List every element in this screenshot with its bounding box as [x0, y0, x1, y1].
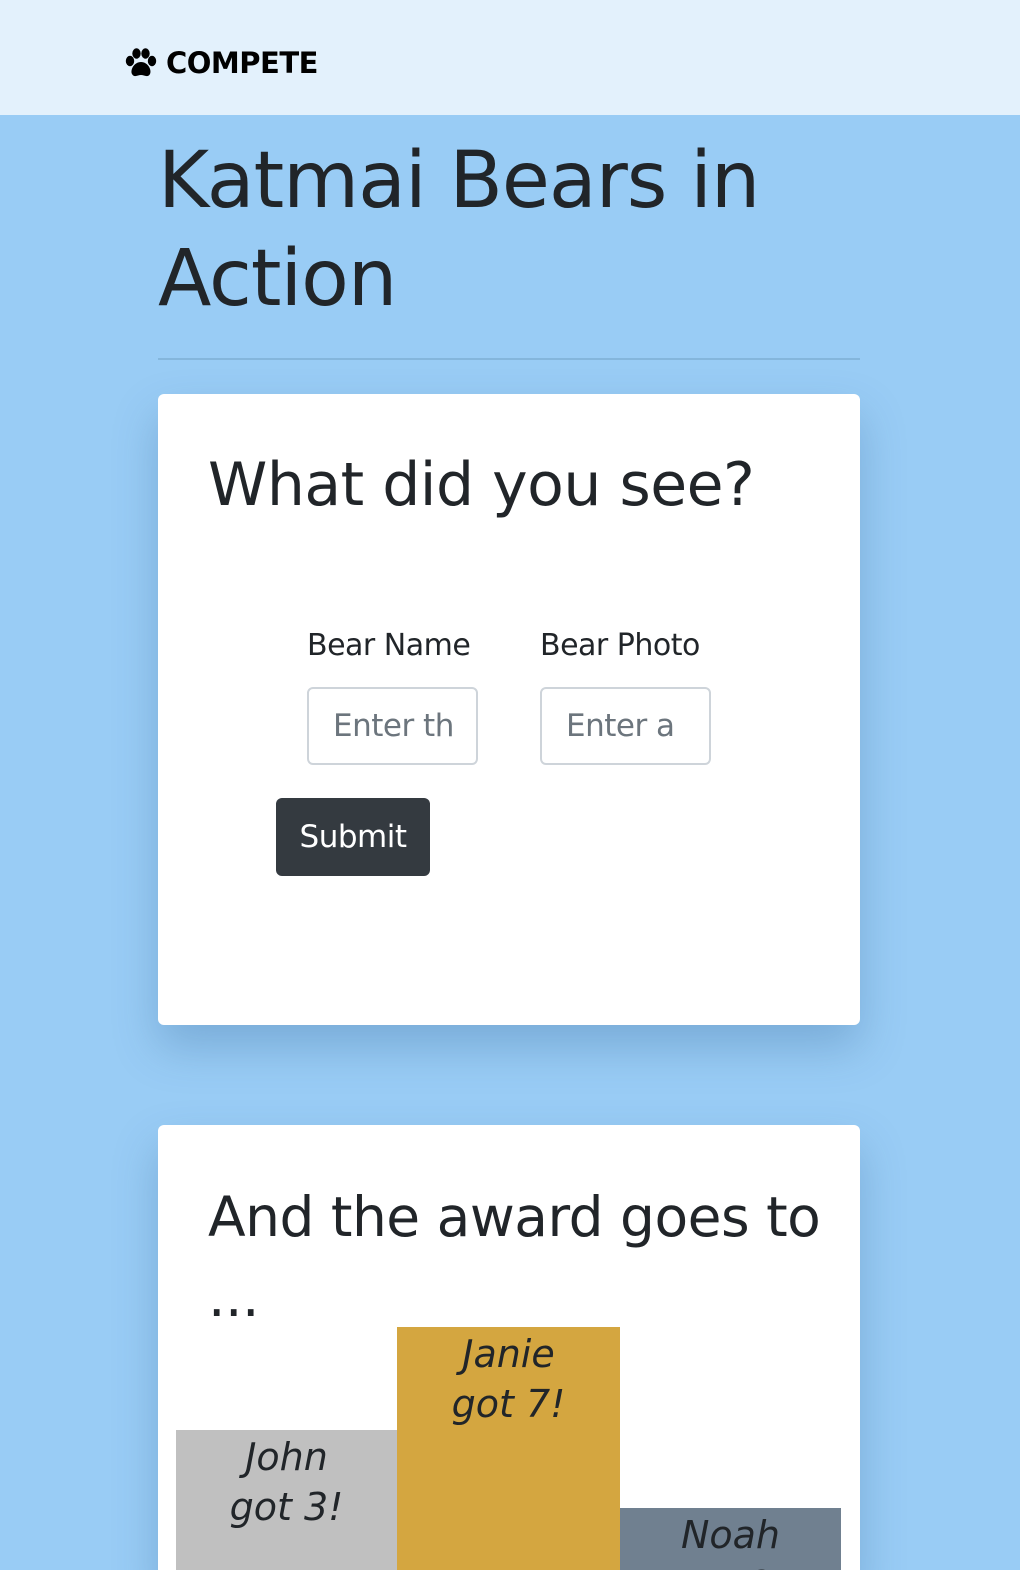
title-divider: [158, 358, 860, 360]
award-card: And the award goes to ... John got 3! Jan…: [158, 1125, 860, 1570]
form-card-title: What did you see?: [208, 450, 755, 520]
podium-bar-janie: Janie got 7!: [397, 1327, 620, 1570]
submit-button[interactable]: Submit: [276, 798, 430, 876]
bear-name-label: Bear Name: [307, 628, 471, 663]
brand-name: COMPETE: [166, 46, 318, 80]
podium-bar-noah: Noahgot 2!: [620, 1508, 841, 1570]
podium-label-noah: Noahgot 2!: [674, 1513, 788, 1570]
page-title: Katmai Bears in Action: [158, 136, 760, 324]
brand-link[interactable]: COMPETE: [124, 46, 318, 80]
navbar: COMPETE: [0, 0, 1020, 115]
podium-label-janie: Janie got 7!: [451, 1332, 566, 1426]
podium-bar-john: John got 3!: [176, 1430, 397, 1570]
podium-label-john: John got 3!: [229, 1435, 344, 1529]
bear-photo-input[interactable]: [540, 687, 711, 765]
paw-icon: [125, 48, 157, 77]
bear-photo-label: Bear Photo: [540, 628, 700, 663]
sighting-form-card: What did you see? Bear Name Bear Photo S…: [158, 394, 860, 1025]
bear-name-input[interactable]: [307, 687, 478, 765]
award-card-title: And the award goes to ...: [208, 1185, 821, 1329]
